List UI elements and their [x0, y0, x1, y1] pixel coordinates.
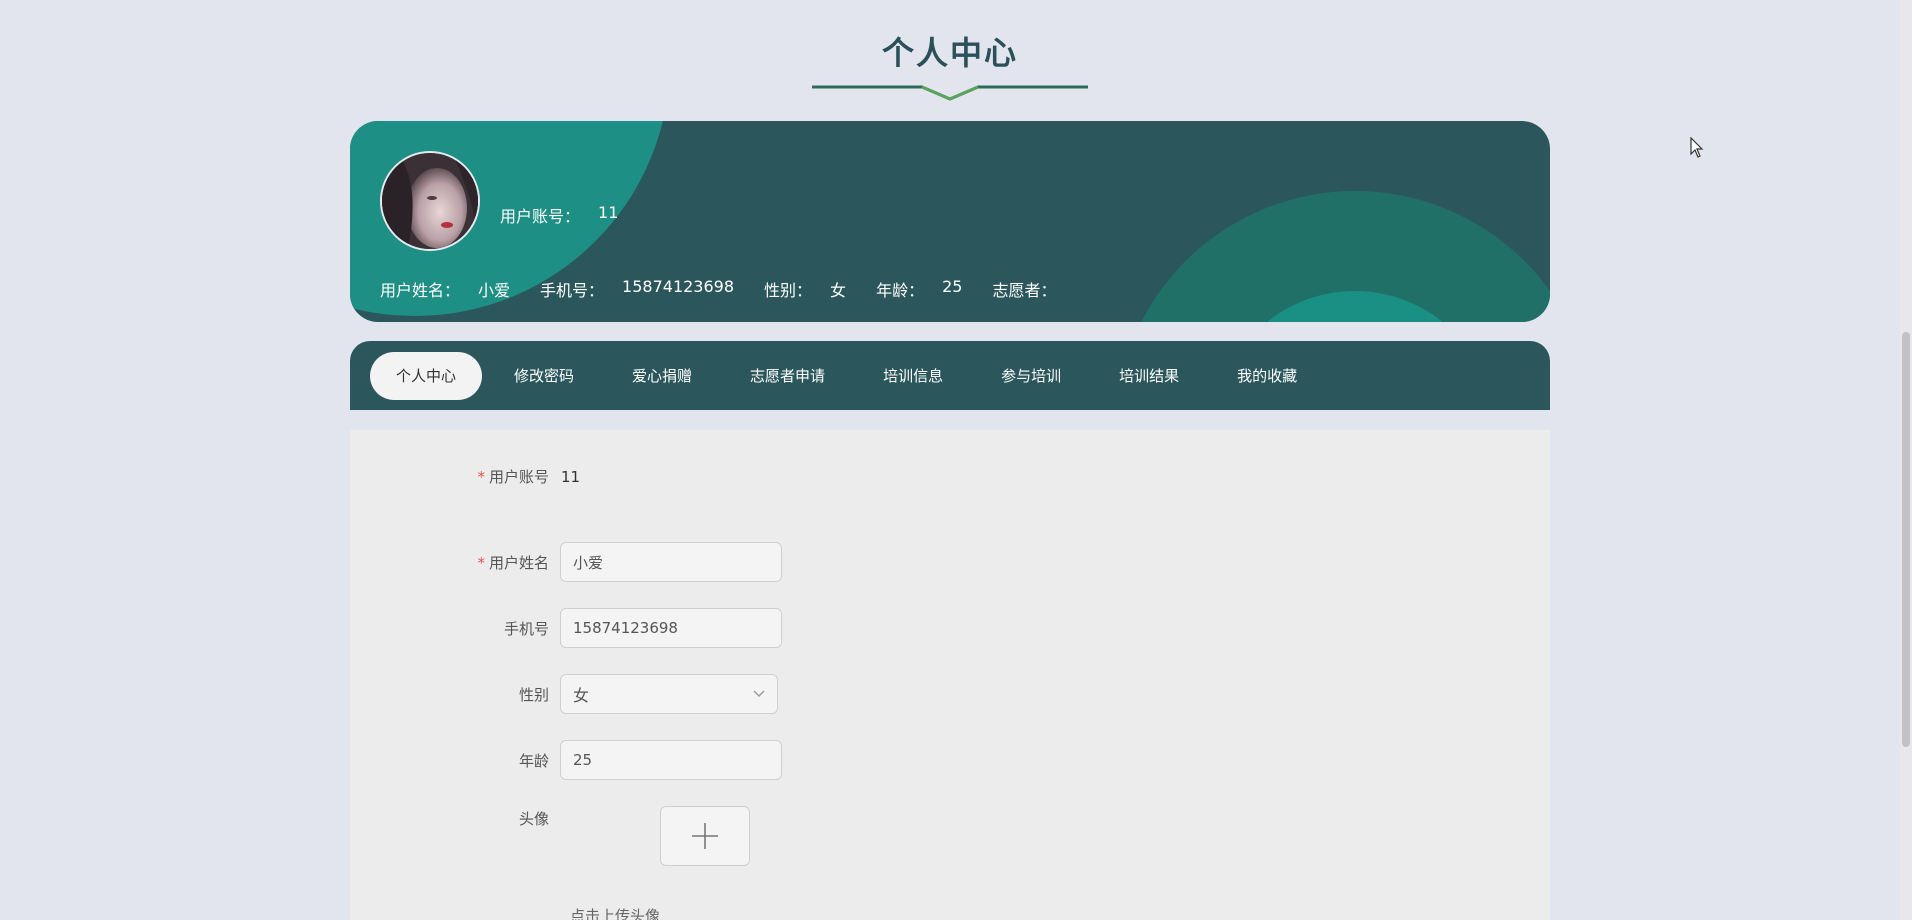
mouse-cursor-icon	[1690, 137, 1704, 158]
tab-volunteer-apply[interactable]: 志愿者申请	[724, 352, 851, 400]
profile-banner: 用户账号： 11 用户姓名： 小爱 手机号： 15874123698 性别： 女…	[350, 121, 1550, 322]
form-row-phone: 手机号 15874123698	[350, 608, 782, 648]
page-scrollbar[interactable]	[1900, 0, 1912, 920]
tab-my-favorites[interactable]: 我的收藏	[1211, 352, 1323, 400]
banner-name-value: 小爱	[478, 281, 511, 300]
banner-gender-label: 性别：	[764, 281, 813, 300]
form-row-age: 年龄 25	[350, 740, 782, 780]
banner-account-value: 11	[598, 203, 619, 222]
tab-training-result[interactable]: 培训结果	[1093, 352, 1205, 400]
name-label: 用户姓名	[488, 553, 549, 572]
banner-gender-value: 女	[830, 281, 847, 300]
banner-age-value: 25	[942, 277, 963, 296]
age-input[interactable]: 25	[560, 740, 782, 780]
form-row-gender: 性别 女	[350, 674, 778, 714]
page: 个人中心 用户账号： 11 用户姓名： 小爱 手机号： 15874123698 …	[0, 0, 1912, 920]
banner-account: 用户账号： 11	[500, 203, 618, 227]
gender-selected-value: 女	[573, 686, 590, 705]
gender-select[interactable]: 女	[560, 674, 778, 714]
account-value: 11	[561, 467, 581, 486]
required-mark: *	[477, 553, 485, 572]
banner-name-label: 用户姓名：	[380, 281, 461, 300]
tab-change-password[interactable]: 修改密码	[488, 352, 600, 400]
gender-label: 性别	[518, 685, 549, 704]
tab-training-info[interactable]: 培训信息	[857, 352, 969, 400]
chevron-down-icon	[753, 690, 765, 697]
phone-input[interactable]: 15874123698	[560, 608, 782, 648]
avatar-upload-button[interactable]	[660, 806, 750, 866]
phone-label: 手机号	[503, 619, 549, 638]
account-label: 用户账号	[488, 468, 549, 486]
tab-bar: 个人中心 修改密码 爱心捐赠 志愿者申请 培训信息 参与培训 培训结果 我的收藏	[350, 341, 1550, 410]
banner-volunteer-label: 志愿者：	[992, 281, 1057, 300]
banner-account-label: 用户账号：	[500, 207, 581, 226]
name-input[interactable]: 小爱	[560, 542, 782, 582]
form-row-account: * 用户账号 11	[350, 466, 580, 487]
form-row-name: * 用户姓名 小爱	[350, 542, 782, 582]
avatar-label: 头像	[518, 810, 549, 828]
title-underline	[812, 85, 1088, 101]
form-row-avatar: 头像	[350, 806, 750, 866]
tab-donation[interactable]: 爱心捐赠	[606, 352, 718, 400]
banner-age-label: 年龄：	[876, 281, 925, 300]
banner-phone-value: 15874123698	[622, 277, 735, 296]
tab-join-training[interactable]: 参与培训	[975, 352, 1087, 400]
plus-icon	[692, 823, 718, 849]
avatar	[380, 151, 480, 251]
scrollbar-thumb[interactable]	[1902, 332, 1910, 747]
required-mark: *	[477, 468, 485, 486]
banner-info-row: 用户姓名： 小爱 手机号： 15874123698 性别： 女 年龄： 25 志…	[380, 277, 1104, 301]
page-title: 个人中心	[881, 34, 1018, 72]
profile-form: * 用户账号 11 * 用户姓名 小爱 手机号 15874123698 性别 女 年	[350, 430, 1550, 920]
age-label: 年龄	[518, 751, 549, 770]
banner-phone-label: 手机号：	[540, 281, 605, 300]
upload-hint: 点击上传头像	[570, 907, 661, 920]
tab-personal-center[interactable]: 个人中心	[370, 351, 483, 400]
